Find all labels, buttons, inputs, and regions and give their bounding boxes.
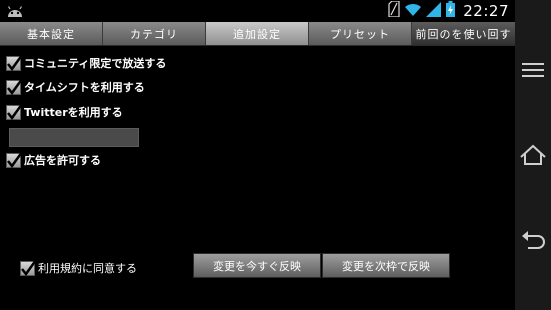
checkmark-icon xyxy=(7,53,23,71)
apply-now-button[interactable]: 変更を今すぐ反映 xyxy=(193,253,321,278)
status-time: 22:27 xyxy=(463,2,509,20)
tab-bar: 基本設定 カテゴリ 追加設定 プリセット 前回のを使い回す xyxy=(0,22,515,46)
terms-option[interactable]: 利用規約に同意する xyxy=(20,258,137,277)
battery-charging-icon xyxy=(446,1,456,21)
terms-checkbox[interactable] xyxy=(20,258,37,276)
twitter-text-field[interactable] xyxy=(9,128,139,147)
timeshift-label: タイムシフトを利用する xyxy=(24,81,145,94)
checkmark-icon xyxy=(7,102,23,120)
community-only-label: コミュニティ限定で放送する xyxy=(24,57,167,70)
twitter-option[interactable]: Twitterを利用する xyxy=(6,102,123,121)
ads-label: 広告を許可する xyxy=(24,154,101,167)
community-only-checkbox[interactable] xyxy=(6,53,23,71)
signal-icon xyxy=(426,1,442,21)
tab-presets[interactable]: プリセット xyxy=(309,22,412,45)
back-icon[interactable] xyxy=(518,226,548,256)
wifi-icon xyxy=(404,2,422,21)
twitter-checkbox[interactable] xyxy=(6,102,23,120)
twitter-label: Twitterを利用する xyxy=(24,106,123,119)
tab-reuse-previous[interactable]: 前回のを使い回す xyxy=(412,22,515,45)
home-icon[interactable] xyxy=(518,141,548,171)
ads-option[interactable]: 広告を許可する xyxy=(6,150,101,169)
additional-settings-panel: コミュニティ限定で放送する タイムシフトを利用する Twitterを利用する 広… xyxy=(0,46,515,310)
navigation-bar xyxy=(515,0,551,310)
terms-label: 利用規約に同意する xyxy=(38,262,137,275)
tab-category[interactable]: カテゴリ xyxy=(103,22,206,45)
status-bar: 22:27 xyxy=(0,0,515,22)
community-only-option[interactable]: コミュニティ限定で放送する xyxy=(6,53,167,72)
tab-additional-settings[interactable]: 追加設定 xyxy=(206,22,309,45)
android-icon xyxy=(6,3,24,22)
sd-card-icon xyxy=(388,0,400,21)
checkmark-icon xyxy=(7,77,23,95)
ads-checkbox[interactable] xyxy=(6,150,23,168)
apply-next-button[interactable]: 変更を次枠で反映 xyxy=(322,253,450,278)
timeshift-checkbox[interactable] xyxy=(6,77,23,95)
tab-basic-settings[interactable]: 基本設定 xyxy=(0,22,103,45)
checkmark-icon xyxy=(21,258,37,276)
checkmark-icon xyxy=(7,150,23,168)
menu-icon[interactable] xyxy=(518,55,548,85)
timeshift-option[interactable]: タイムシフトを利用する xyxy=(6,77,145,96)
